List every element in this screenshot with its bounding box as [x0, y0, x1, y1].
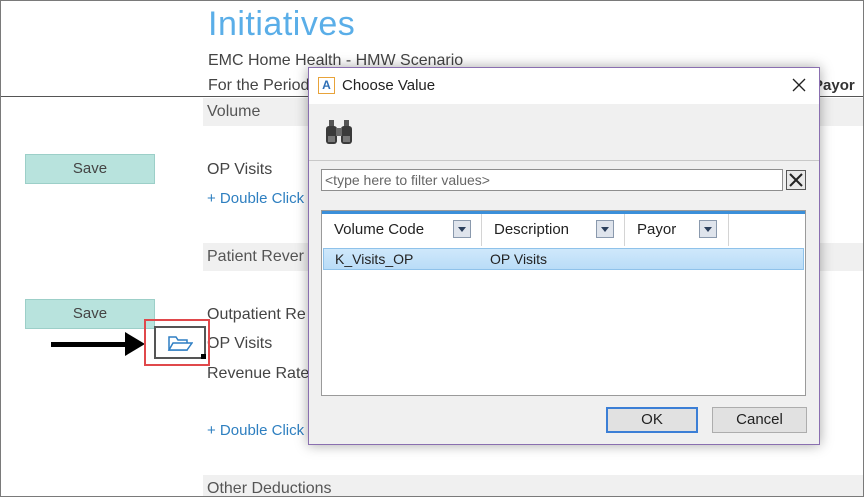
column-header-label: Payor: [637, 221, 677, 238]
annotation-arrow-shaft: [51, 342, 129, 347]
app-logo-icon: A: [318, 77, 335, 94]
clear-filter-button[interactable]: [786, 170, 806, 190]
description-filter-dropdown[interactable]: [596, 220, 614, 238]
volume-code-filter-dropdown[interactable]: [453, 220, 471, 238]
add-row-link[interactable]: + Double Click: [207, 190, 304, 207]
table-row[interactable]: K_Visits_OP OP Visits: [323, 248, 804, 270]
op-visits-label: OP Visits: [207, 161, 273, 178]
values-grid: Volume Code Description Payor K_Visits_O…: [321, 210, 806, 396]
app-window: Initiatives EMC Home Health - HMW Scenar…: [0, 0, 864, 497]
dialog-title: Choose Value: [342, 77, 436, 94]
outpatient-label: Outpatient Re: [207, 306, 306, 323]
cancel-button[interactable]: Cancel: [712, 407, 807, 433]
add-row-link-2[interactable]: + Double Click: [207, 422, 304, 439]
choose-value-dialog: A Choose Value <type here to filter valu…: [308, 67, 820, 445]
search-toolbar: [309, 104, 819, 160]
save-button[interactable]: Save: [25, 154, 155, 184]
dialog-titlebar: A Choose Value: [309, 68, 819, 104]
revenue-rate-label: Revenue Rate: [207, 365, 310, 382]
browse-value-button[interactable]: [154, 326, 206, 359]
column-header-label: Description: [494, 221, 570, 238]
filter-input[interactable]: [321, 169, 783, 191]
clear-icon: [789, 173, 803, 187]
close-icon[interactable]: [788, 74, 810, 96]
folder-open-icon: [167, 335, 193, 351]
period-subtitle: For the Period: [208, 77, 310, 94]
op-visits-label-2: OP Visits: [207, 335, 273, 352]
resize-grip: [201, 354, 206, 359]
dialog-divider: [309, 160, 819, 161]
cell-volume-code: K_Visits_OP: [335, 251, 414, 267]
binoculars-icon[interactable]: [323, 116, 357, 150]
section-other-deductions: Other Deductions: [203, 475, 863, 496]
page-title: Initiatives: [208, 5, 356, 43]
cell-description: OP Visits: [490, 251, 548, 267]
column-header-label: Volume Code: [334, 221, 425, 238]
payor-filter-dropdown[interactable]: [699, 220, 717, 238]
save-button-2[interactable]: Save: [25, 299, 155, 329]
ok-button[interactable]: OK: [606, 407, 698, 433]
annotation-arrow-head: [125, 332, 145, 356]
